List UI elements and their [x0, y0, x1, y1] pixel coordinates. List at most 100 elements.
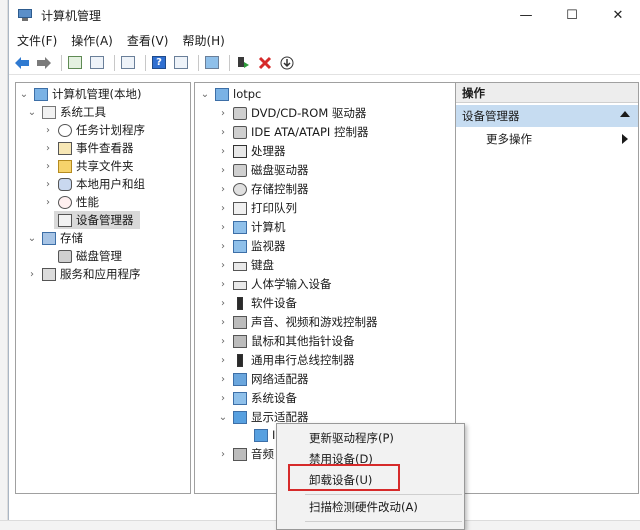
chevron-right-icon[interactable]: › — [217, 373, 229, 385]
show-hide-tree-icon[interactable] — [88, 54, 106, 72]
menu-item-scan-hardware[interactable]: 扫描检测硬件改动(A) — [277, 497, 464, 517]
chevron-down-icon[interactable]: ⌄ — [26, 106, 38, 118]
device-category[interactable]: › 系统设备 — [217, 389, 297, 407]
properties-icon[interactable] — [119, 54, 137, 72]
device-category[interactable]: › IDE ATA/ATAPI 控制器 — [217, 123, 368, 141]
device-category[interactable]: › 音频 — [217, 445, 274, 463]
chevron-down-icon[interactable]: ⌄ — [217, 411, 229, 423]
tree-root[interactable]: ⌄ 计算机管理(本地) — [18, 85, 142, 103]
up-folder-icon[interactable] — [66, 54, 84, 72]
storage-icon — [42, 231, 56, 245]
navigation-tree-pane[interactable]: ⌄ 计算机管理(本地) ⌄ 系统工具 › 任务计划程序 › 事件查看器 › 共享… — [15, 82, 191, 494]
forward-arrow-icon[interactable] — [35, 54, 53, 72]
title-bar: 计算机管理 — ☐ ✕ — [9, 0, 640, 30]
update-driver-icon[interactable] — [234, 54, 252, 72]
download-icon[interactable] — [278, 54, 296, 72]
device-category[interactable]: › 监视器 — [217, 237, 286, 255]
chevron-right-icon[interactable]: › — [217, 278, 229, 290]
computer-icon — [215, 87, 229, 101]
tree-item-storage[interactable]: ⌄ 存储 — [26, 229, 83, 247]
chevron-right-icon[interactable]: › — [26, 268, 38, 280]
maximize-button[interactable]: ☐ — [549, 0, 595, 30]
chevron-right-icon[interactable]: › — [217, 316, 229, 328]
tree-item-label: 共享文件夹 — [76, 159, 134, 173]
chevron-right-icon[interactable]: › — [217, 202, 229, 214]
dvd-drive-icon — [233, 106, 247, 120]
device-category[interactable]: › 声音、视频和游戏控制器 — [217, 313, 378, 331]
menu-item-update-driver[interactable]: 更新驱动程序(P) — [277, 428, 464, 448]
view-icon[interactable] — [172, 54, 190, 72]
menu-action[interactable]: 操作(A) — [71, 32, 113, 49]
menu-view[interactable]: 查看(V) — [127, 32, 169, 49]
chevron-right-icon[interactable]: › — [217, 221, 229, 233]
device-category[interactable]: › 存储控制器 — [217, 180, 309, 198]
device-category[interactable]: › 通用串行总线控制器 — [217, 351, 355, 369]
toolbar-separator — [114, 54, 115, 71]
uninstall-x-icon[interactable] — [256, 54, 274, 72]
tree-item-system-tools[interactable]: ⌄ 系统工具 — [26, 103, 106, 121]
chevron-right-icon[interactable]: › — [217, 392, 229, 404]
minimize-button[interactable]: — — [503, 0, 549, 30]
chevron-right-icon[interactable]: › — [217, 164, 229, 176]
more-actions[interactable]: 更多操作 — [456, 129, 638, 149]
chevron-right-icon[interactable]: › — [42, 142, 54, 154]
chevron-right-icon[interactable]: › — [217, 145, 229, 157]
chevron-right-icon[interactable]: › — [42, 124, 54, 136]
display-adapter-icon — [254, 428, 268, 442]
computer-icon[interactable] — [203, 54, 221, 72]
tree-item-performance[interactable]: › 性能 — [42, 193, 99, 211]
tree-item-task-scheduler[interactable]: › 任务计划程序 — [42, 121, 145, 139]
chevron-right-icon[interactable]: › — [217, 448, 229, 460]
device-category-label: DVD/CD-ROM 驱动器 — [251, 106, 367, 120]
toolbar: ? — [9, 51, 640, 75]
chevron-right-icon[interactable]: › — [217, 183, 229, 195]
chevron-right-icon[interactable]: › — [217, 335, 229, 347]
chevron-down-icon[interactable]: ⌄ — [18, 88, 30, 100]
disk-icon — [58, 249, 72, 263]
tree-item-local-users[interactable]: › 本地用户和组 — [42, 175, 145, 193]
device-category-label: 通用串行总线控制器 — [251, 353, 355, 367]
chevron-right-icon[interactable]: › — [217, 259, 229, 271]
device-root[interactable]: ⌄ lotpc — [199, 85, 262, 103]
back-arrow-icon[interactable] — [13, 54, 31, 72]
chevron-right-icon[interactable]: › — [217, 107, 229, 119]
tree-item-device-manager[interactable]: 设备管理器 — [54, 211, 140, 229]
tree-item-services[interactable]: › 服务和应用程序 — [26, 265, 141, 283]
uninstall-highlight-box — [288, 464, 400, 491]
device-category[interactable]: › 软件设备 — [217, 294, 297, 312]
chevron-down-icon[interactable]: ⌄ — [26, 232, 38, 244]
tree-item-shared-folders[interactable]: › 共享文件夹 — [42, 157, 134, 175]
device-category[interactable]: › 鼠标和其他指针设备 — [217, 332, 355, 350]
chevron-right-icon[interactable]: › — [217, 126, 229, 138]
system-device-icon — [233, 391, 247, 405]
collapse-caret-icon[interactable] — [620, 111, 630, 117]
device-category-label: 音频 — [251, 447, 274, 461]
mouse-icon — [233, 334, 247, 348]
display-adapter-device[interactable]: I — [250, 426, 275, 444]
device-category[interactable]: › DVD/CD-ROM 驱动器 — [217, 104, 366, 122]
device-category[interactable]: › 磁盘驱动器 — [217, 161, 309, 179]
tree-item-event-viewer[interactable]: › 事件查看器 — [42, 139, 134, 157]
actions-section-device-manager[interactable]: 设备管理器 — [456, 105, 638, 127]
tree-item-disk-management[interactable]: 磁盘管理 — [54, 247, 122, 265]
chevron-down-icon[interactable]: ⌄ — [199, 88, 211, 100]
chevron-right-icon[interactable]: › — [217, 240, 229, 252]
device-category[interactable]: › 计算机 — [217, 218, 286, 236]
device-category[interactable]: › 打印队列 — [217, 199, 297, 217]
chevron-right-icon[interactable]: › — [42, 160, 54, 172]
chevron-right-icon[interactable]: › — [42, 178, 54, 190]
chevron-right-icon[interactable]: › — [217, 297, 229, 309]
device-category[interactable]: › 网络适配器 — [217, 370, 309, 388]
help-icon[interactable]: ? — [150, 54, 168, 72]
menu-file[interactable]: 文件(F) — [17, 32, 57, 49]
ide-controller-icon — [233, 125, 247, 139]
chevron-right-icon[interactable]: › — [217, 354, 229, 366]
computer-management-icon — [17, 7, 33, 23]
menu-help[interactable]: 帮助(H) — [182, 32, 224, 49]
device-category[interactable]: › 处理器 — [217, 142, 286, 160]
close-button[interactable]: ✕ — [595, 0, 640, 30]
device-category[interactable]: › 人体学输入设备 — [217, 275, 332, 293]
printer-icon — [233, 201, 247, 215]
chevron-right-icon[interactable]: › — [42, 196, 54, 208]
device-category[interactable]: › 键盘 — [217, 256, 274, 274]
